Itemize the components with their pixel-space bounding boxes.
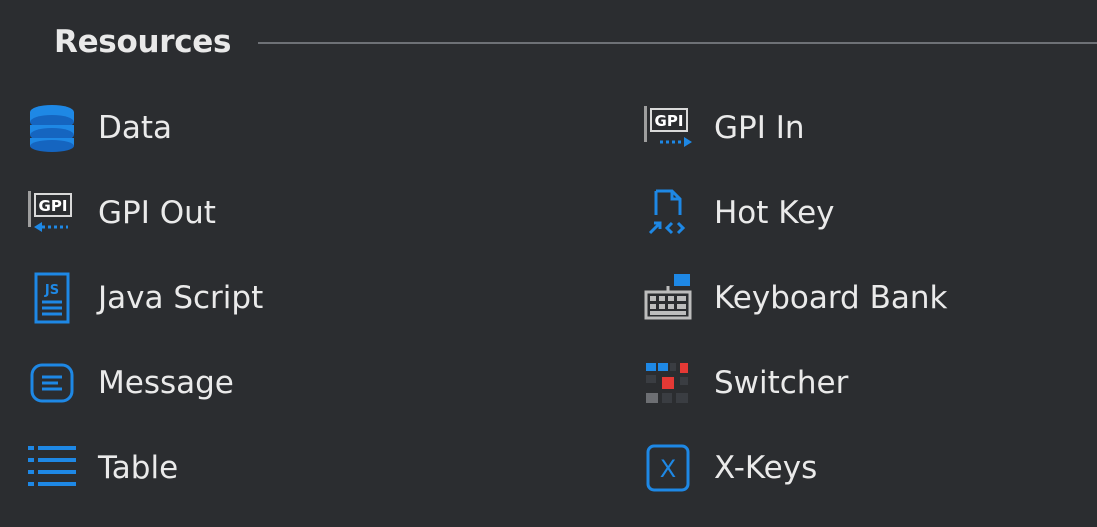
switcher-icon (638, 353, 698, 413)
resource-item-data[interactable]: Data (22, 93, 172, 163)
resource-item-switcher[interactable]: Switcher (638, 348, 848, 418)
x-keys-icon: X (638, 438, 698, 498)
table-list-icon (22, 438, 82, 498)
keyboard-bank-icon (638, 268, 698, 328)
resources-panel: Resources Data GPI GPI In GPI GPI Out Ho… (0, 0, 1097, 527)
svg-text:GPI: GPI (39, 197, 68, 215)
resource-item-message[interactable]: Message (22, 348, 234, 418)
resource-item-gpi-out[interactable]: GPI GPI Out (22, 178, 216, 248)
svg-text:GPI: GPI (655, 112, 684, 130)
resource-label-gpi-out: GPI Out (98, 195, 216, 231)
javascript-file-icon: JS (22, 268, 82, 328)
resource-item-gpi-in[interactable]: GPI GPI In (638, 93, 805, 163)
resources-grid: Data GPI GPI In GPI GPI Out Hot Key JS J… (0, 0, 1097, 527)
resource-item-table[interactable]: Table (22, 433, 178, 503)
svg-text:JS: JS (44, 283, 59, 298)
message-icon (22, 353, 82, 413)
resource-label-table: Table (98, 450, 179, 486)
resource-label-java-script: Java Script (98, 280, 264, 316)
resource-label-switcher: Switcher (714, 365, 849, 401)
resource-label-x-keys: X-Keys (714, 450, 818, 486)
resource-label-keyboard-bank: Keyboard Bank (714, 280, 948, 316)
resource-label-hot-key: Hot Key (714, 195, 835, 231)
hot-key-icon (638, 183, 698, 243)
resource-label-data: Data (98, 110, 173, 146)
resource-label-message: Message (98, 365, 234, 401)
gpi-in-icon: GPI (638, 98, 698, 158)
resource-item-keyboard-bank[interactable]: Keyboard Bank (638, 263, 947, 333)
resource-label-gpi-in: GPI In (714, 110, 805, 146)
gpi-out-icon: GPI (22, 183, 82, 243)
resource-item-hot-key[interactable]: Hot Key (638, 178, 835, 248)
svg-text:X: X (660, 455, 676, 483)
resource-item-java-script[interactable]: JS Java Script (22, 263, 263, 333)
database-icon (22, 98, 82, 158)
resource-item-x-keys[interactable]: X X-Keys (638, 433, 817, 503)
